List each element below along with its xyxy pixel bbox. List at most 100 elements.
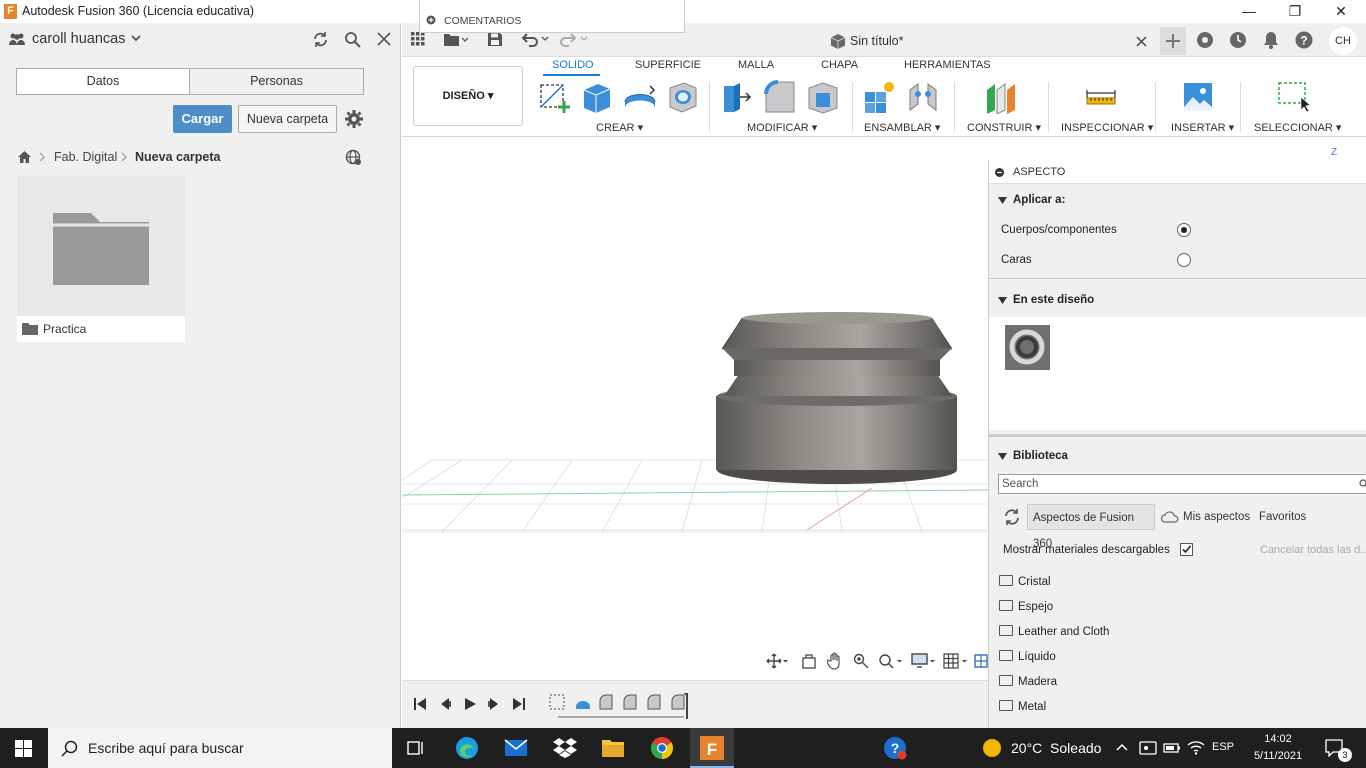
insert-image-icon[interactable] [1182, 80, 1214, 114]
close-window-button[interactable]: ✕ [1318, 0, 1364, 23]
skip-to-start-icon[interactable] [413, 697, 427, 711]
offset-plane-icon[interactable] [984, 80, 1018, 114]
avatar[interactable]: CH [1329, 27, 1357, 55]
maximize-button[interactable]: ❐ [1272, 0, 1318, 23]
group-insertar[interactable]: INSERTAR ▾ [1171, 121, 1234, 134]
gear-icon[interactable] [345, 110, 363, 128]
battery-icon[interactable] [1163, 741, 1181, 755]
tab-favorites[interactable]: Favoritos [1259, 504, 1306, 530]
step-forward-icon[interactable] [487, 697, 501, 711]
refresh-icon[interactable] [312, 31, 329, 48]
clock-time[interactable]: 14:02 [1248, 733, 1308, 745]
joint-icon[interactable] [906, 80, 940, 114]
file-explorer-icon[interactable] [601, 737, 625, 759]
play-icon[interactable] [463, 697, 477, 711]
group-seleccionar[interactable]: SELECCIONAR ▾ [1254, 121, 1341, 134]
close-panel-icon[interactable] [377, 32, 391, 46]
user-name-dropdown[interactable]: caroll huancas [32, 31, 126, 47]
tab-fusion-appearances[interactable]: Aspectos de Fusion 360 [1027, 504, 1155, 550]
clock-date[interactable]: 5/11/2021 [1248, 750, 1308, 762]
weather-text[interactable]: 20°C Soleado [1011, 740, 1101, 756]
group-modificar[interactable]: MODIFICAR ▾ [747, 121, 817, 134]
library-category[interactable]: Metal [999, 700, 1046, 713]
globe-icon[interactable] [345, 149, 362, 166]
tab-datos[interactable]: Datos [16, 68, 190, 95]
taskbar-search[interactable]: Escribe aquí para buscar [48, 728, 392, 768]
bell-icon[interactable] [1263, 31, 1279, 49]
collapse-icon[interactable] [995, 168, 1004, 177]
folder-card-practica[interactable]: Practica [17, 176, 185, 342]
create-sketch-icon[interactable] [538, 80, 572, 114]
library-category[interactable]: Cristal [999, 575, 1051, 588]
chevron-down-icon[interactable] [131, 34, 141, 42]
mail-icon[interactable] [504, 738, 528, 758]
task-view-icon[interactable] [407, 739, 425, 757]
chevron-up-icon[interactable] [1116, 742, 1128, 752]
file-menu-icon[interactable] [444, 32, 468, 46]
group-construir[interactable]: CONSTRUIR ▾ [967, 121, 1041, 134]
undo-icon[interactable] [520, 31, 550, 47]
group-inspeccionar[interactable]: INSPECCIONAR ▾ [1061, 121, 1153, 134]
redo-icon[interactable] [559, 31, 589, 47]
tab-solido[interactable]: SOLIDO [552, 59, 594, 71]
tab-personas[interactable]: Personas [189, 68, 364, 95]
breadcrumb-item[interactable]: Fab. Digital [54, 150, 117, 164]
fillet-icon[interactable] [762, 80, 798, 114]
cancel-all-downloads-link[interactable]: Cancelar todas las d... [1260, 544, 1366, 556]
dropbox-icon[interactable] [553, 737, 577, 759]
close-tab-icon[interactable] [1136, 36, 1147, 47]
caret-down-icon[interactable] [998, 297, 1007, 304]
caret-down-icon[interactable] [998, 453, 1007, 460]
meet-now-icon[interactable] [1139, 740, 1157, 756]
caret-down-icon[interactable] [998, 197, 1007, 204]
home-icon[interactable] [17, 150, 32, 164]
zoom-icon[interactable] [853, 653, 869, 669]
new-component-icon[interactable] [862, 80, 898, 114]
tab-herramientas[interactable]: HERRAMIENTAS [904, 59, 991, 71]
library-category[interactable]: Leather and Cloth [999, 625, 1109, 638]
display-settings-icon[interactable] [911, 653, 937, 669]
windows-start-icon[interactable] [15, 740, 32, 757]
upload-button[interactable]: Cargar [173, 105, 232, 133]
plus-circle-icon[interactable] [426, 15, 436, 25]
tab-malla[interactable]: MALLA [738, 59, 774, 71]
measure-icon[interactable] [1085, 80, 1117, 114]
pan-hand-icon[interactable] [827, 652, 843, 670]
timeline-features[interactable] [548, 693, 688, 723]
appearance-swatch[interactable] [1005, 325, 1050, 370]
tab-superficie[interactable]: SUPERFICIE [635, 59, 701, 71]
search-icon[interactable] [344, 31, 361, 48]
extensions-icon[interactable] [1196, 31, 1214, 49]
look-at-icon[interactable] [801, 653, 817, 669]
team-icon[interactable] [8, 32, 26, 46]
select-icon[interactable] [1277, 80, 1311, 114]
fusion-taskbar-button[interactable]: F [690, 728, 734, 768]
help-app-icon[interactable]: ? [883, 736, 907, 760]
radio-bodies[interactable] [1177, 223, 1191, 237]
job-status-icon[interactable] [1229, 31, 1247, 49]
skip-to-end-icon[interactable] [512, 697, 526, 711]
hole-icon[interactable] [666, 80, 700, 114]
press-pull-icon[interactable] [720, 80, 754, 114]
save-icon[interactable] [488, 32, 502, 46]
help-icon[interactable]: ? [1295, 31, 1313, 49]
grid-settings-icon[interactable] [943, 653, 969, 669]
wifi-icon[interactable] [1187, 739, 1205, 755]
edge-icon[interactable] [455, 736, 479, 760]
library-category[interactable]: Espejo [999, 600, 1053, 613]
shell-icon[interactable] [806, 80, 840, 114]
group-crear[interactable]: CREAR ▾ [596, 121, 643, 134]
3d-viewport[interactable]: Z [402, 138, 1337, 679]
language-indicator[interactable]: ESP [1212, 741, 1234, 753]
show-downloadable-checkbox[interactable] [1180, 543, 1193, 556]
search-icon[interactable] [1359, 479, 1366, 489]
new-tab-button[interactable] [1160, 27, 1186, 55]
grid-menu-icon[interactable] [411, 32, 425, 46]
tab-chapa[interactable]: CHAPA [821, 59, 858, 71]
group-ensamblar[interactable]: ENSAMBLAR ▾ [864, 121, 940, 134]
library-category[interactable]: Madera [999, 675, 1057, 688]
library-category[interactable]: Líquido [999, 650, 1056, 663]
viewports-icon[interactable] [974, 653, 988, 669]
new-folder-button[interactable]: Nueva carpeta [238, 105, 337, 133]
library-search-input[interactable]: Search [998, 474, 1366, 494]
